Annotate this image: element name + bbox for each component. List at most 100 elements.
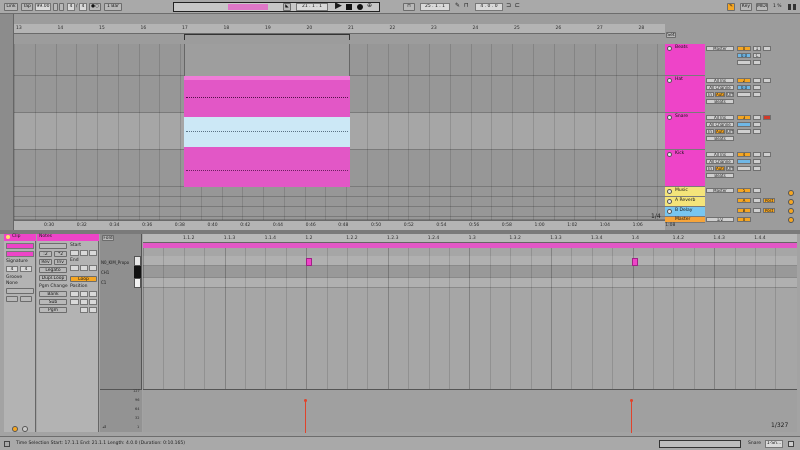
track-number[interactable]: 0: [737, 217, 751, 222]
reverse-button[interactable]: Rev: [39, 259, 52, 265]
track-number[interactable]: 0: [737, 46, 751, 51]
midi-button[interactable]: MIDI: [756, 3, 768, 11]
send-field-b[interactable]: [753, 166, 761, 171]
loop-button[interactable]: Loop: [70, 276, 97, 282]
track-header-music[interactable]: Music: [665, 187, 705, 197]
fold-icon[interactable]: [667, 189, 672, 194]
groove-hot-swap[interactable]: [6, 288, 34, 294]
track-header-beats[interactable]: Beats: [665, 44, 705, 76]
nudge-up-button[interactable]: [59, 3, 64, 11]
output-select[interactable]: 1/2: [706, 217, 734, 222]
fold-icon[interactable]: [667, 209, 672, 214]
fold-icon[interactable]: [667, 46, 672, 51]
midi-map-icon[interactable]: [788, 441, 794, 447]
send-field[interactable]: [737, 92, 751, 97]
track-header-delay[interactable]: B Delay: [665, 207, 705, 217]
velocity-handle[interactable]: [630, 399, 633, 402]
velocity-toggle-icon[interactable]: ⊿: [102, 424, 106, 430]
clip-kick[interactable]: [184, 150, 350, 187]
sends-toggle-icon[interactable]: [788, 199, 794, 205]
input-type-select[interactable]: All Ins: [706, 78, 734, 83]
monitor-in[interactable]: In: [706, 166, 714, 171]
arm-button[interactable]: [763, 78, 771, 83]
start-beat[interactable]: [80, 250, 88, 256]
end-bar[interactable]: [70, 265, 79, 271]
record-icon[interactable]: [357, 4, 363, 10]
pan-field[interactable]: [753, 85, 761, 90]
position-beat[interactable]: [80, 291, 88, 297]
play-icon[interactable]: ▶: [335, 1, 342, 12]
velocity-lane[interactable]: 1/327: [143, 389, 797, 433]
loop-icon[interactable]: ⊐: [506, 3, 511, 9]
arm-button[interactable]: [763, 46, 771, 51]
length-sixteenth[interactable]: [89, 299, 97, 305]
midi-note[interactable]: [632, 258, 638, 266]
lane-reverb[interactable]: [14, 197, 665, 207]
velocity-bar[interactable]: [305, 400, 306, 433]
mixer-toggle-icon[interactable]: [788, 217, 794, 223]
info-toggle-icon[interactable]: [4, 441, 10, 447]
send-field-b[interactable]: [753, 92, 761, 97]
stop-icon[interactable]: [346, 4, 352, 10]
position-bar[interactable]: [70, 291, 79, 297]
end-beat[interactable]: [80, 265, 88, 271]
returns-toggle-icon[interactable]: [788, 208, 794, 214]
input-type-select[interactable]: All Ins: [706, 115, 734, 120]
clip-activator-bottom[interactable]: [12, 426, 18, 432]
solo-button[interactable]: [753, 115, 761, 120]
fold-icon[interactable]: [667, 152, 672, 157]
volume-field[interactable]: 0.0: [737, 53, 751, 58]
overdub-icon[interactable]: ⊕: [367, 3, 372, 9]
status-track-field[interactable]: 1-Sn...: [765, 440, 783, 448]
clip-activator-bottom-2[interactable]: [22, 426, 28, 432]
sub-select[interactable]: Sub: [39, 299, 67, 305]
clip-color-field[interactable]: [6, 251, 34, 257]
quantization-select[interactable]: 1 Bar: [104, 3, 122, 11]
fold-icon[interactable]: [667, 78, 672, 83]
punch-out-icon[interactable]: ⊏: [515, 3, 520, 9]
track-number[interactable]: A: [737, 198, 751, 203]
track-header-hat[interactable]: Hat: [665, 76, 705, 113]
track-number[interactable]: 4: [737, 152, 751, 157]
bank-select[interactable]: Bank: [39, 291, 67, 297]
beat-ruler[interactable]: 1.1.2 1.1.3 1.1.4 1.2 1.2.2 1.2.3 1.2.4 1.3 1.3.…: [143, 234, 797, 243]
clip-name-field[interactable]: [6, 243, 34, 249]
monitor-auto[interactable]: Auto: [715, 92, 725, 97]
input-type-select[interactable]: All Ins: [706, 152, 734, 157]
arm-button[interactable]: [763, 115, 771, 120]
lane-delay[interactable]: [14, 207, 665, 217]
output-select[interactable]: Master: [706, 188, 734, 193]
loop-length-field[interactable]: 4 . 0 . 0: [475, 3, 503, 11]
length-bar[interactable]: [70, 299, 79, 305]
clip-sig-num[interactable]: 4: [6, 266, 18, 272]
commit-right[interactable]: [20, 296, 32, 302]
send-field[interactable]: [737, 129, 751, 134]
input-channel-select[interactable]: All Channe: [706, 122, 734, 127]
clip-hat[interactable]: [184, 76, 350, 113]
loop-brace[interactable]: [184, 34, 350, 40]
double-button[interactable]: *2: [54, 251, 67, 257]
punch-icon[interactable]: ⊓: [464, 3, 469, 9]
pan-field[interactable]: C: [753, 53, 761, 58]
tempo-field[interactable]: 99.00: [35, 3, 51, 11]
post-button[interactable]: Post: [763, 198, 775, 203]
transpose-knob[interactable]: [39, 243, 67, 249]
legato-button[interactable]: Legato: [39, 267, 67, 273]
key-button[interactable]: Key: [740, 3, 752, 11]
lane-music[interactable]: [14, 187, 665, 197]
pan-field[interactable]: [753, 159, 761, 164]
clip-activator[interactable]: [6, 235, 10, 239]
key-map-button[interactable]: ✎: [727, 3, 735, 11]
post-button[interactable]: Post: [763, 208, 775, 213]
invert-button[interactable]: Inv: [54, 259, 67, 265]
track-header-reverb[interactable]: A Reverb: [665, 197, 705, 207]
clip-snare[interactable]: [184, 113, 350, 150]
piano-key-white[interactable]: [134, 278, 141, 288]
commit-left[interactable]: [6, 296, 18, 302]
half-button[interactable]: :2: [39, 251, 52, 257]
nudge-down-button[interactable]: [53, 3, 58, 11]
send-field[interactable]: [737, 166, 751, 171]
monitor-auto[interactable]: Auto: [715, 166, 725, 171]
track-number[interactable]: 3: [737, 115, 751, 120]
draw-mode-icon[interactable]: ✎: [455, 3, 460, 9]
